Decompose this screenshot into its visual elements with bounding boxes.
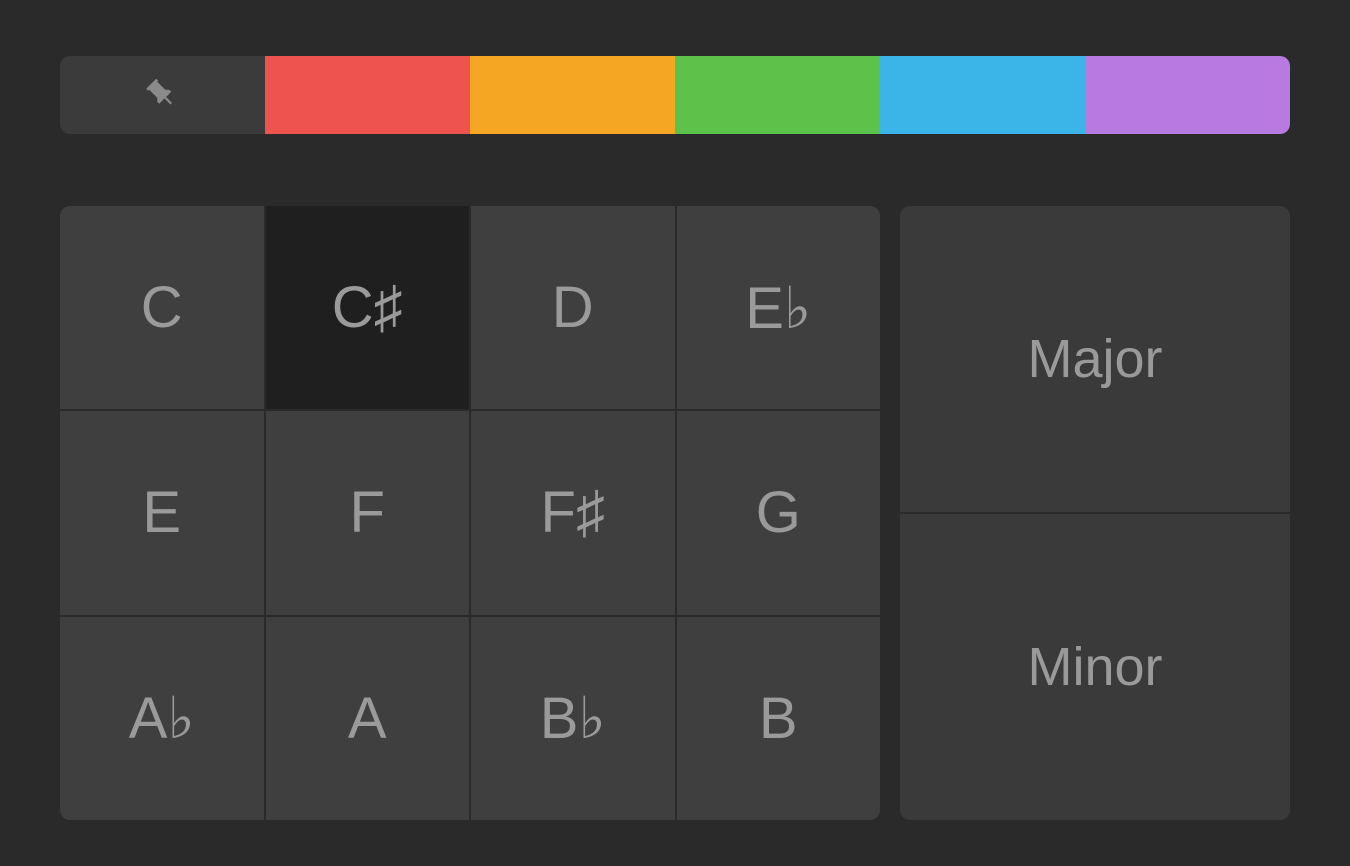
note-g[interactable]: G xyxy=(677,411,881,614)
note-b-flat[interactable]: B♭ xyxy=(471,617,675,820)
note-f-sharp[interactable]: F♯ xyxy=(471,411,675,614)
note-label: D xyxy=(552,274,594,341)
note-label: C xyxy=(141,274,183,341)
scale-grid: Major Minor xyxy=(900,206,1290,820)
note-label: C♯ xyxy=(332,274,403,341)
note-b[interactable]: B xyxy=(677,617,881,820)
color-swatch-red[interactable] xyxy=(265,56,470,134)
note-label: A♭ xyxy=(129,684,195,752)
note-c-sharp[interactable]: C♯ xyxy=(266,206,470,409)
pin-segment[interactable] xyxy=(60,56,265,134)
note-c[interactable]: C xyxy=(60,206,264,409)
scale-label: Minor xyxy=(1027,636,1162,698)
color-bar xyxy=(60,56,1290,134)
color-swatch-purple[interactable] xyxy=(1085,56,1290,134)
color-swatch-orange[interactable] xyxy=(470,56,675,134)
note-d[interactable]: D xyxy=(471,206,675,409)
note-label: B xyxy=(759,685,798,752)
note-label: F♯ xyxy=(541,479,605,546)
note-label: E xyxy=(142,479,181,546)
note-e[interactable]: E xyxy=(60,411,264,614)
note-label: B♭ xyxy=(540,684,606,752)
note-e-flat[interactable]: E♭ xyxy=(677,206,881,409)
note-label: F xyxy=(350,479,385,546)
note-label: E♭ xyxy=(745,274,811,342)
color-swatch-blue[interactable] xyxy=(880,56,1085,134)
scale-major[interactable]: Major xyxy=(900,206,1290,512)
scale-minor[interactable]: Minor xyxy=(900,514,1290,820)
color-swatch-green[interactable] xyxy=(675,56,880,134)
note-label: G xyxy=(756,479,801,546)
note-a[interactable]: A xyxy=(266,617,470,820)
pin-icon xyxy=(137,69,189,121)
note-a-flat[interactable]: A♭ xyxy=(60,617,264,820)
note-label: A xyxy=(348,685,387,752)
grids-row: C C♯ D E♭ E F F♯ G A♭ A B♭ B Major Minor xyxy=(60,206,1290,820)
note-f[interactable]: F xyxy=(266,411,470,614)
scale-label: Major xyxy=(1027,328,1162,390)
note-grid: C C♯ D E♭ E F F♯ G A♭ A B♭ B xyxy=(60,206,880,820)
